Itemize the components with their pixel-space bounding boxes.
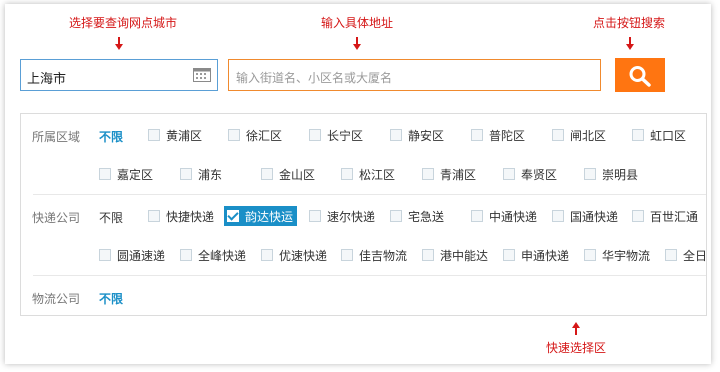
calendar-icon[interactable]: [193, 68, 211, 82]
district-option[interactable]: 浦东: [180, 165, 222, 183]
district-option[interactable]: 金山区: [261, 165, 315, 183]
district-option[interactable]: 奉贤区: [503, 165, 557, 183]
checkbox[interactable]: [584, 249, 596, 261]
district-option[interactable]: 闸北区: [552, 126, 606, 144]
logistics-label: 物流公司: [32, 292, 81, 306]
courier-option[interactable]: 国通快递: [552, 207, 618, 225]
divider: [33, 275, 706, 276]
courier-all-option[interactable]: 不限: [99, 209, 123, 226]
annotation-enter-address: 输入具体地址: [321, 16, 394, 30]
annotation-select-city: 选择要查询网点城市: [69, 16, 178, 30]
checkbox[interactable]: [180, 168, 192, 180]
arrow-down-icon: [626, 37, 634, 50]
divider: [33, 194, 706, 195]
district-option[interactable]: 普陀区: [471, 126, 525, 144]
district-option[interactable]: 嘉定区: [99, 165, 153, 183]
courier-option[interactable]: 全峰快递: [180, 246, 246, 264]
courier-option-checked[interactable]: 韵达快运: [224, 206, 298, 226]
annotation-quick-select: 快速选择区: [546, 341, 607, 355]
checkbox[interactable]: [99, 249, 111, 261]
courier-option[interactable]: 佳吉物流: [341, 246, 407, 264]
checkbox[interactable]: [148, 129, 160, 141]
checkbox[interactable]: [341, 249, 353, 261]
courier-option[interactable]: 中通快递: [471, 207, 537, 225]
courier-option[interactable]: 华宇物流: [584, 246, 650, 264]
checkbox[interactable]: [632, 210, 644, 222]
annotation-search-button: 点击按钮搜索: [593, 16, 666, 30]
courier-option[interactable]: 申通快递: [503, 246, 569, 264]
checkbox[interactable]: [228, 129, 240, 141]
district-label: 所属区域: [32, 130, 81, 144]
courier-option[interactable]: 百世汇通: [632, 207, 698, 225]
checkbox[interactable]: [422, 168, 434, 180]
checkbox[interactable]: [261, 168, 273, 180]
checkbox[interactable]: [148, 210, 160, 222]
checkbox[interactable]: [390, 129, 402, 141]
checkbox-checked[interactable]: [227, 210, 239, 222]
arrow-down-icon: [115, 37, 123, 50]
district-all-option[interactable]: 不限: [99, 128, 123, 145]
checkbox[interactable]: [309, 210, 321, 222]
courier-option[interactable]: 优速快递: [261, 246, 327, 264]
checkbox[interactable]: [632, 129, 644, 141]
checkbox[interactable]: [584, 168, 596, 180]
courier-option[interactable]: 速尔快递: [309, 207, 375, 225]
courier-option[interactable]: 全日: [665, 246, 707, 264]
checkbox[interactable]: [503, 249, 515, 261]
checkbox[interactable]: [180, 249, 192, 261]
district-option[interactable]: 崇明县: [584, 165, 638, 183]
magnifier-icon: [629, 66, 651, 87]
checkbox[interactable]: [309, 129, 321, 141]
checkbox[interactable]: [471, 210, 483, 222]
district-option[interactable]: 虹口区: [632, 126, 686, 144]
city-selector[interactable]: 上海市: [20, 59, 218, 91]
district-option[interactable]: 松江区: [341, 165, 395, 183]
city-value: 上海市: [27, 72, 67, 87]
checkbox[interactable]: [422, 249, 434, 261]
search-button[interactable]: [615, 58, 665, 92]
checkbox[interactable]: [552, 210, 564, 222]
checkbox[interactable]: [390, 210, 402, 222]
checkbox[interactable]: [99, 168, 111, 180]
address-input[interactable]: 输入街道名、小区名或大厦名: [228, 59, 601, 91]
checkbox[interactable]: [471, 129, 483, 141]
district-option[interactable]: 青浦区: [422, 165, 476, 183]
arrow-up-icon: [572, 322, 580, 335]
district-option[interactable]: 黄浦区: [148, 126, 202, 144]
courier-label: 快递公司: [32, 211, 81, 225]
logistics-all-option[interactable]: 不限: [99, 290, 123, 307]
district-option[interactable]: 长宁区: [309, 126, 363, 144]
checkbox[interactable]: [503, 168, 515, 180]
checkbox[interactable]: [665, 249, 677, 261]
filter-panel: 所属区域 不限 黄浦区 徐汇区 长宁区 静安区 普陀区 闸北区 虹口区 嘉定区 …: [20, 113, 707, 316]
checkbox[interactable]: [341, 168, 353, 180]
checkbox[interactable]: [261, 249, 273, 261]
courier-option[interactable]: 宅急送: [390, 207, 444, 225]
district-option[interactable]: 静安区: [390, 126, 444, 144]
district-option[interactable]: 徐汇区: [228, 126, 282, 144]
checkbox[interactable]: [552, 129, 564, 141]
address-placeholder: 输入街道名、小区名或大厦名: [236, 71, 393, 85]
courier-option[interactable]: 圆通速递: [99, 246, 165, 264]
courier-option[interactable]: 港中能达: [422, 246, 488, 264]
courier-option[interactable]: 快捷快递: [148, 207, 214, 225]
arrow-down-icon: [353, 37, 361, 50]
